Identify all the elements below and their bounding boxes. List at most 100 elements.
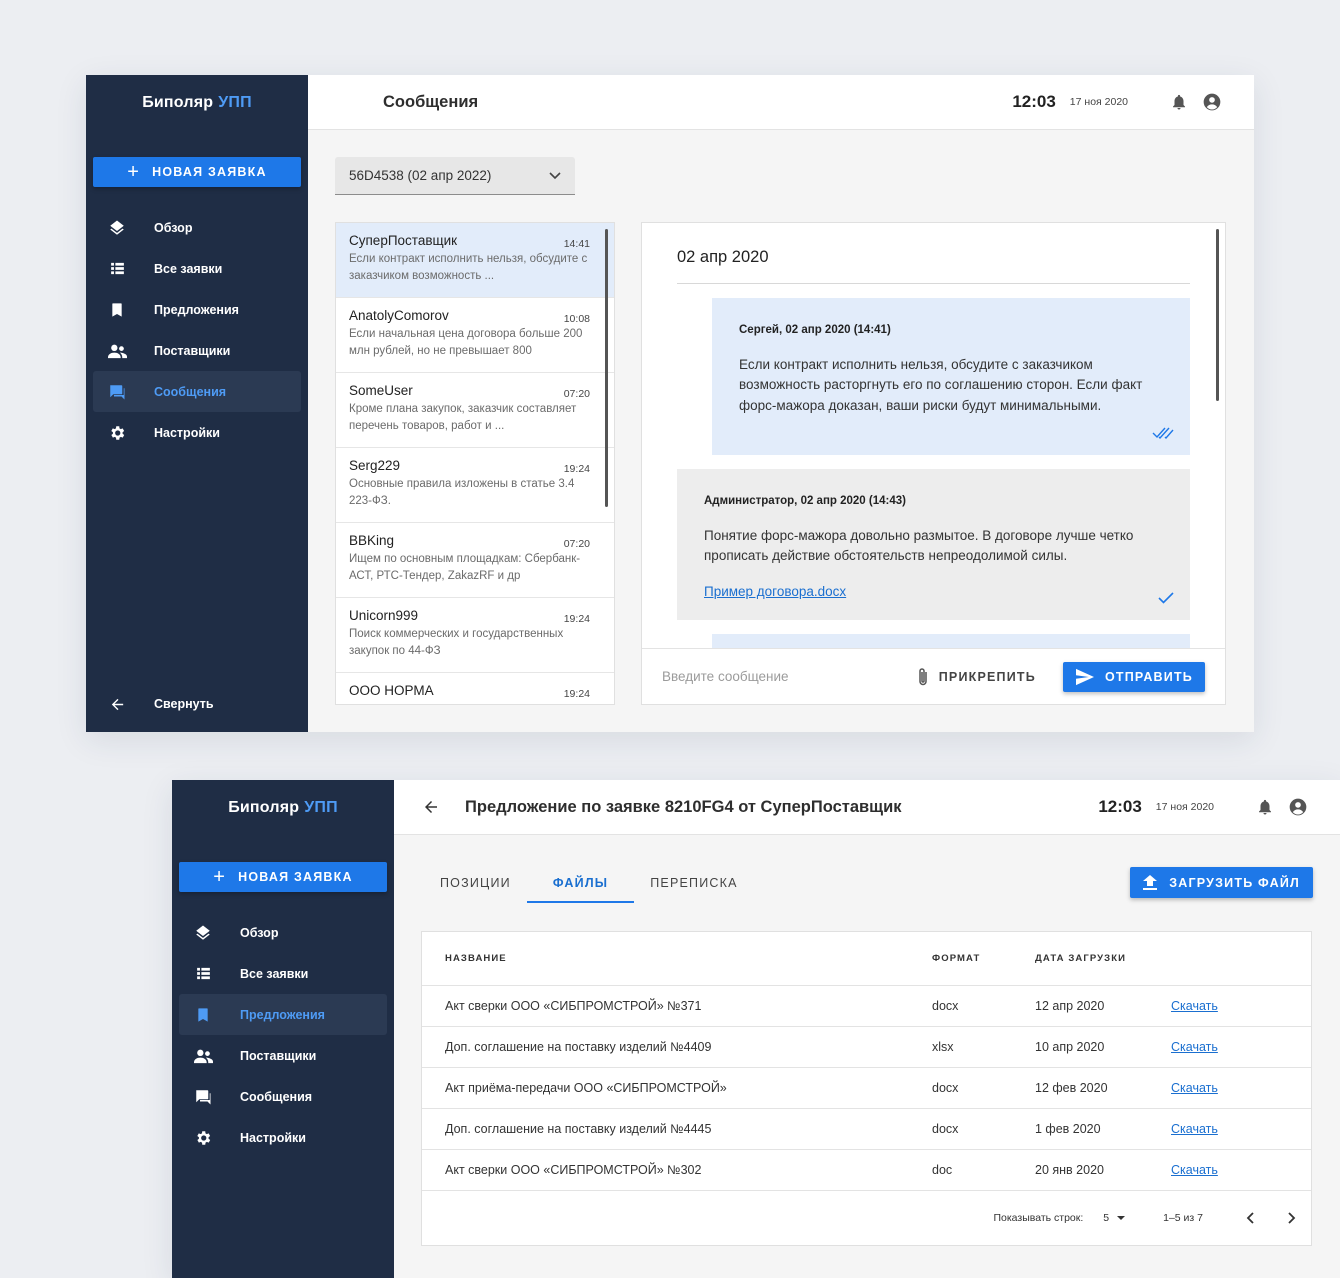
tab-bar: ПОЗИЦИИ ФАЙЛЫ ПЕРЕПИСКА bbox=[424, 862, 754, 903]
page-title: Сообщения bbox=[383, 92, 479, 111]
sidebar-item-overview[interactable]: Обзор bbox=[179, 912, 387, 953]
conversation-item[interactable]: Serg229 19:24 Основные правила изложены в … bbox=[336, 448, 614, 523]
prev-page-icon[interactable] bbox=[1245, 1211, 1257, 1225]
file-format: doc bbox=[932, 1163, 953, 1177]
new-request-label: НОВАЯ ЗАЯВКА bbox=[238, 870, 353, 884]
account-icon[interactable] bbox=[1288, 797, 1308, 817]
paperclip-icon bbox=[919, 667, 927, 685]
arrow-left-icon bbox=[107, 696, 127, 713]
request-select[interactable]: 56D4538 (02 апр 2022) bbox=[335, 157, 575, 195]
sidebar-item-messages[interactable]: Сообщения bbox=[93, 371, 301, 412]
conversation-item[interactable]: BBKing 07:20 Ищем по основным площадкам: С… bbox=[336, 523, 614, 598]
chat-panel: 02 апр 2020 Сергей, 02 апр 2020 (14:41) … bbox=[641, 222, 1226, 705]
list-icon bbox=[107, 259, 127, 279]
chat-scrollbar[interactable] bbox=[1216, 229, 1219, 401]
sidebar-item-label: Поставщики bbox=[154, 343, 231, 358]
file-format: docx bbox=[932, 1122, 959, 1136]
layers-icon bbox=[107, 218, 127, 238]
download-link[interactable]: Скачать bbox=[1171, 1163, 1218, 1177]
conversation-item[interactable]: SomeUser 07:20 Кроме плана закупок, заказч… bbox=[336, 373, 614, 448]
conversation-time: 19:24 bbox=[563, 613, 590, 625]
logo[interactable]: Биполяр УПП bbox=[172, 780, 394, 835]
bell-icon[interactable] bbox=[1170, 93, 1188, 111]
sidebar-item-label: Сообщения bbox=[154, 384, 227, 399]
conversation-time: 19:24 bbox=[563, 463, 590, 475]
conversation-item[interactable]: ООО НОРМА 19:24 bbox=[336, 673, 614, 704]
main-content: Сообщения 12:03 17 ноя 2020 56D4538 (02 … bbox=[308, 75, 1254, 732]
next-page-icon[interactable] bbox=[1285, 1211, 1297, 1225]
download-link[interactable]: Скачать bbox=[1171, 1040, 1218, 1054]
download-link[interactable]: Скачать bbox=[1171, 1122, 1218, 1136]
file-format: docx bbox=[932, 1081, 959, 1095]
new-request-button[interactable]: + НОВАЯ ЗАЯВКА bbox=[179, 862, 387, 892]
upload-label: ЗАГРУЗИТЬ ФАЙЛ bbox=[1169, 875, 1300, 890]
file-date: 12 апр 2020 bbox=[1035, 999, 1105, 1013]
logo-accent: УПП bbox=[218, 93, 252, 111]
download-link[interactable]: Скачать bbox=[1171, 999, 1218, 1013]
sidebar-item-label: Сообщения bbox=[240, 1089, 313, 1104]
tab-correspondence[interactable]: ПЕРЕПИСКА bbox=[634, 862, 753, 903]
chat-date: 02 апр 2020 bbox=[677, 248, 769, 266]
sidebar-item-settings[interactable]: Настройки bbox=[179, 1117, 387, 1158]
rows-per-page-select[interactable]: 5 bbox=[1103, 1212, 1129, 1224]
sidebar: Биполяр УПП + НОВАЯ ЗАЯВКА Обзор Все заявк… bbox=[86, 75, 308, 732]
column-format[interactable]: ФОРМАТ bbox=[932, 953, 1035, 964]
conversation-preview: Если начальная цена договора больше 200 … bbox=[349, 328, 583, 357]
sidebar-item-suppliers[interactable]: Поставщики bbox=[93, 330, 301, 371]
clock-date: 17 ноя 2020 bbox=[1155, 801, 1214, 813]
conversation-name: СуперПоставщик bbox=[349, 233, 458, 248]
table-header: НАЗВАНИЕ ФОРМАТ ДАТА ЗАГРУЗКИ bbox=[422, 932, 1311, 986]
message-bubble-incoming: Администратор, 02 апр 2020 (14:43) Понят… bbox=[677, 469, 1190, 620]
clock-time: 12:03 bbox=[1098, 797, 1142, 816]
attach-button[interactable]: ПРИКРЕПИТЬ bbox=[917, 667, 1036, 687]
top-bar: Предложение по заявке 8210FG4 от СуперПо… bbox=[394, 780, 1340, 835]
conversation-preview: Основные правила изложены в статье 3.4 2… bbox=[349, 478, 575, 507]
logo-text: Биполяр bbox=[228, 798, 300, 816]
sidebar-item-suppliers[interactable]: Поставщики bbox=[179, 1035, 387, 1076]
plus-icon: + bbox=[127, 161, 141, 183]
rows-per-page-value: 5 bbox=[1103, 1212, 1110, 1224]
account-icon[interactable] bbox=[1202, 92, 1222, 112]
conversation-list[interactable]: СуперПоставщик 14:41 Если контракт исполни… bbox=[335, 222, 615, 705]
bell-icon[interactable] bbox=[1256, 798, 1274, 816]
conversation-time: 19:24 bbox=[563, 688, 590, 700]
logo[interactable]: Биполяр УПП bbox=[86, 75, 308, 130]
chat-icon bbox=[193, 1087, 213, 1107]
sidebar-item-proposals[interactable]: Предложения bbox=[93, 289, 301, 330]
conversation-item[interactable]: Unicorn999 19:24 Поиск коммерческих и госу… bbox=[336, 598, 614, 673]
sidebar-item-label: Настройки bbox=[240, 1130, 306, 1145]
chat-divider bbox=[677, 283, 1190, 284]
back-arrow-icon[interactable] bbox=[422, 798, 440, 816]
upload-file-button[interactable]: ЗАГРУЗИТЬ ФАЙЛ bbox=[1130, 867, 1313, 898]
file-date: 10 апр 2020 bbox=[1035, 1040, 1105, 1054]
conversation-name: Serg229 bbox=[349, 458, 401, 473]
tab-positions[interactable]: ПОЗИЦИИ bbox=[424, 862, 527, 903]
people-icon bbox=[193, 1046, 213, 1066]
sidebar-item-settings[interactable]: Настройки bbox=[93, 412, 301, 453]
logo-text: Биполяр bbox=[142, 93, 214, 111]
column-name[interactable]: НАЗВАНИЕ bbox=[445, 953, 932, 964]
conversation-item[interactable]: СуперПоставщик 14:41 Если контракт исполни… bbox=[336, 223, 614, 298]
sidebar-item-all-requests[interactable]: Все заявки bbox=[179, 953, 387, 994]
download-link[interactable]: Скачать bbox=[1171, 1081, 1218, 1095]
column-date[interactable]: ДАТА ЗАГРУЗКИ bbox=[1035, 953, 1171, 964]
conversation-scrollbar[interactable] bbox=[605, 229, 608, 507]
check-icon bbox=[1158, 590, 1174, 611]
send-button[interactable]: ОТПРАВИТЬ bbox=[1062, 661, 1205, 692]
conversation-preview: Поиск коммерческих и государственных зак… bbox=[349, 628, 564, 657]
conversation-time: 14:41 bbox=[563, 238, 590, 250]
collapse-sidebar-button[interactable]: Свернуть bbox=[93, 684, 301, 724]
conversation-item[interactable]: AnatolyComorov 10:08 Если начальная цена д… bbox=[336, 298, 614, 373]
table-row: Доп. соглашение на поставку изделий №444… bbox=[422, 1109, 1311, 1150]
new-request-button[interactable]: + НОВАЯ ЗАЯВКА bbox=[93, 157, 301, 187]
sidebar-item-messages[interactable]: Сообщения bbox=[179, 1076, 387, 1117]
sidebar-item-overview[interactable]: Обзор bbox=[93, 207, 301, 248]
people-icon bbox=[107, 341, 127, 361]
sidebar: Биполяр УПП + НОВАЯ ЗАЯВКА Обзор Все заявк… bbox=[172, 780, 394, 1278]
sidebar-item-proposals[interactable]: Предложения bbox=[179, 994, 387, 1035]
attachment-link[interactable]: Пример договора.docx bbox=[704, 582, 1162, 603]
message-input[interactable]: Введите сообщение bbox=[662, 669, 917, 684]
tab-files[interactable]: ФАЙЛЫ bbox=[526, 862, 635, 903]
sidebar-item-all-requests[interactable]: Все заявки bbox=[93, 248, 301, 289]
conversation-preview: Кроме плана закупок, заказчик составляет… bbox=[349, 403, 577, 432]
